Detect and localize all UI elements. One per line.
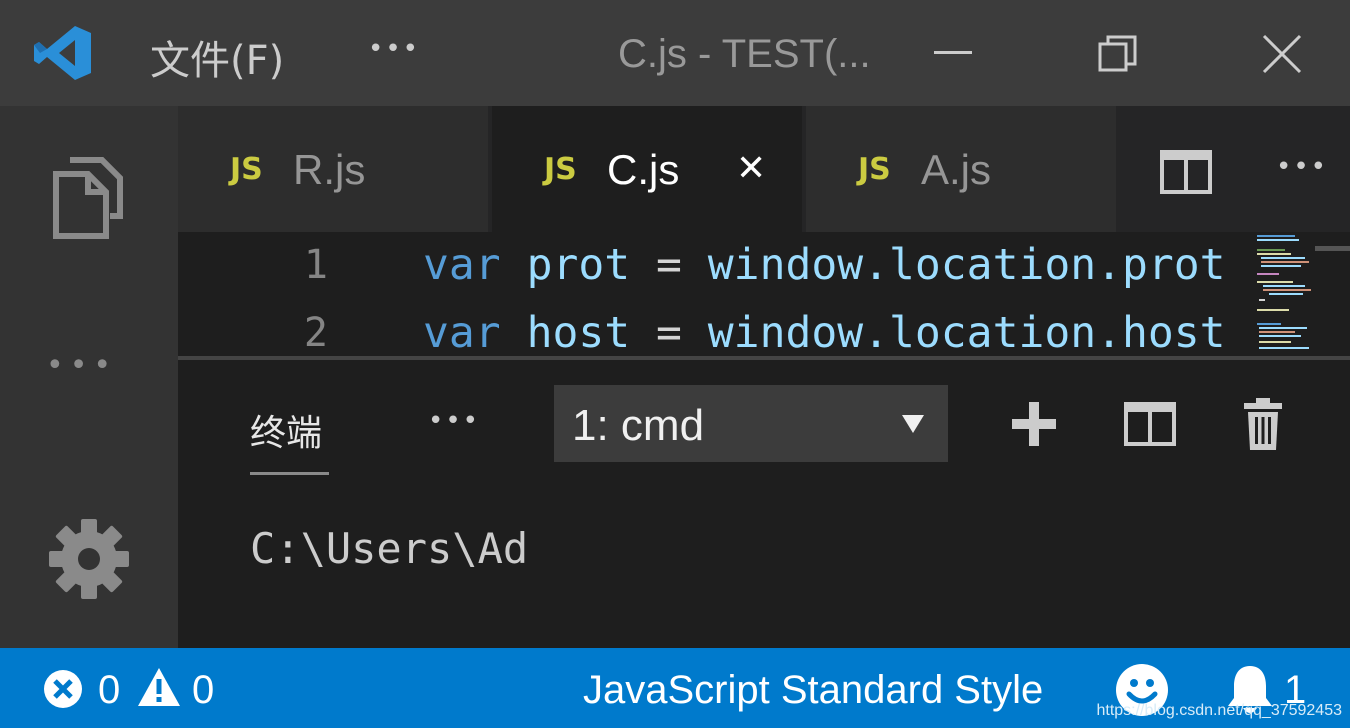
warning-count[interactable]: 0 [192, 668, 214, 713]
watermark: https://blog.csdn.net/qq_37592453 [1096, 702, 1342, 719]
menu-file[interactable]: 文件(F) [150, 28, 284, 86]
identifier: host [526, 308, 631, 356]
close-tab-icon[interactable]: ✕ [736, 148, 766, 189]
code-line: var prot = window.location.prot [423, 240, 1226, 290]
line-number: 1 [303, 242, 328, 288]
more-views-icon[interactable]: ••• [46, 348, 117, 383]
error-icon[interactable] [44, 670, 82, 708]
error-count[interactable]: 0 [98, 668, 120, 713]
menu-more-icon[interactable]: ••• [368, 34, 420, 64]
operator: = [656, 240, 682, 290]
code-line: var host = window.location.host [423, 308, 1226, 356]
warning-icon[interactable] [138, 668, 180, 706]
js-file-icon: JS [858, 152, 891, 187]
panel-more-icon[interactable]: ••• [428, 406, 480, 436]
tab-a-js[interactable]: JS A.js [806, 106, 1116, 232]
keyword: var [423, 308, 501, 356]
tab-c-js[interactable]: JS C.js ✕ [492, 106, 802, 232]
minimize-icon[interactable] [934, 51, 972, 54]
tab-label: A.js [921, 146, 992, 193]
activity-bar: ••• [0, 106, 178, 648]
js-file-icon: JS [230, 152, 263, 187]
keyword: var [423, 240, 501, 290]
tab-more-actions-icon[interactable]: ••• [1276, 152, 1328, 182]
active-tab-underline [250, 472, 329, 475]
editor-scrollbar[interactable] [1315, 232, 1350, 356]
status-bar: 0 0 JavaScript Standard Style 1 https://… [0, 648, 1350, 728]
tab-label: C.js [607, 146, 680, 193]
split-terminal-icon[interactable] [1124, 402, 1176, 446]
terminal-select-value: 1: cmd [572, 401, 705, 450]
chevron-down-icon [902, 415, 924, 433]
settings-gear-icon[interactable] [48, 518, 130, 600]
new-terminal-plus-icon[interactable] [1012, 402, 1056, 446]
scrollbar-thumb[interactable] [1315, 246, 1350, 251]
minimap[interactable] [1255, 232, 1315, 356]
close-window-icon[interactable] [1262, 34, 1302, 74]
title-bar: 文件(F) ••• C.js - TEST(... [0, 0, 1350, 106]
tab-terminal[interactable]: 终端 [250, 404, 322, 456]
editor-tab-bar: JS R.js JS C.js ✕ JS A.js ••• [178, 106, 1350, 232]
window-title: C.js - TEST(... [618, 32, 871, 76]
vscode-logo-icon [34, 26, 91, 80]
tab-label: R.js [293, 146, 366, 193]
tab-r-js[interactable]: JS R.js [178, 106, 488, 232]
restore-icon[interactable] [1098, 34, 1138, 74]
trash-icon[interactable] [1244, 398, 1282, 450]
terminal-output[interactable]: C:\Users\Ad [250, 524, 528, 573]
identifier: prot [526, 240, 631, 290]
expression: window.location.prot [707, 240, 1226, 290]
code-editor[interactable]: 1 var prot = window.location.prot 2 var … [178, 232, 1350, 356]
split-editor-icon[interactable] [1160, 150, 1212, 194]
terminal-select[interactable]: 1: cmd [554, 385, 948, 462]
explorer-icon[interactable] [50, 154, 126, 240]
formatter-status[interactable]: JavaScript Standard Style [583, 668, 1043, 713]
expression: window.location.host [707, 308, 1226, 356]
operator: = [656, 308, 682, 356]
line-number: 2 [303, 310, 328, 356]
js-file-icon: JS [544, 152, 577, 187]
terminal-panel: 终端 ••• 1: cmd C:\Users\Ad [178, 360, 1350, 648]
